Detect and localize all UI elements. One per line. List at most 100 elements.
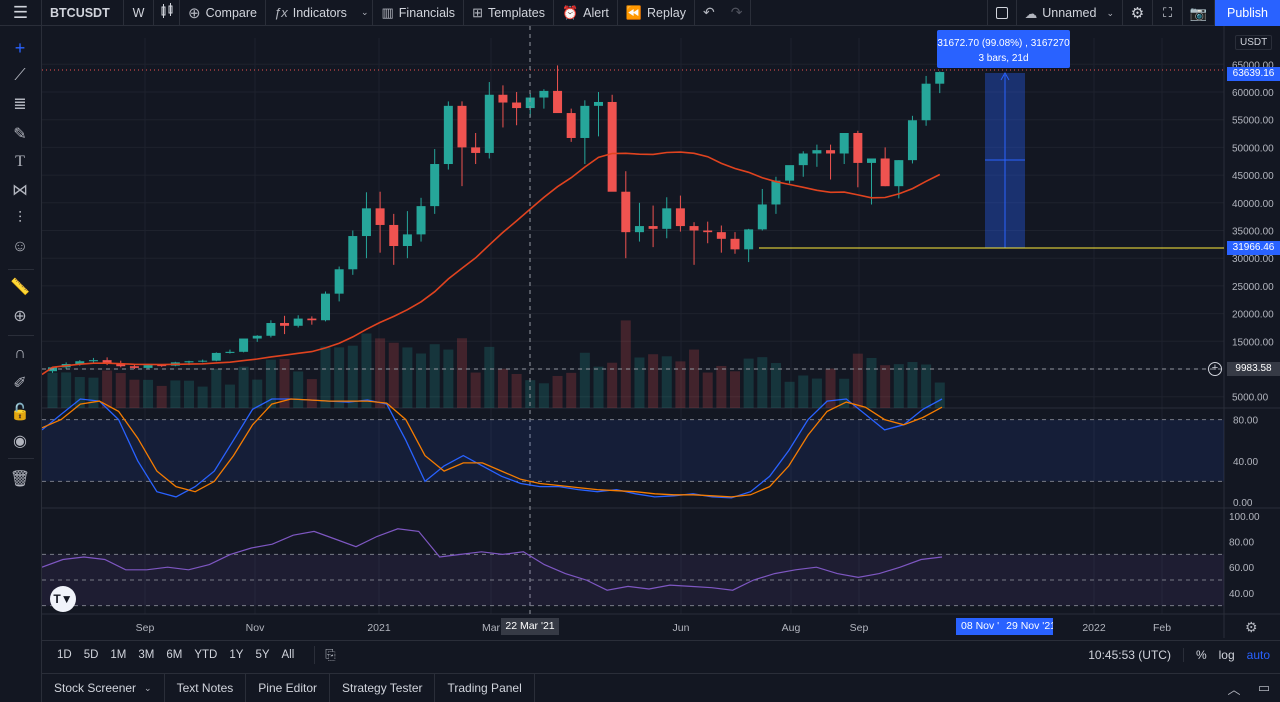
templates-button[interactable]: ⊞ Templates [464, 0, 554, 26]
emoji-icon[interactable]: ☺ [9, 236, 31, 258]
timeframe-button[interactable]: 1D [51, 649, 78, 661]
volume-bar [552, 375, 563, 408]
volume-bar [293, 371, 304, 408]
timeframe-button[interactable]: 3M [132, 649, 160, 661]
pattern-icon[interactable]: ⋈ [9, 179, 31, 201]
tab-label: Text Notes [176, 681, 234, 695]
interval-button[interactable]: W [124, 0, 154, 26]
zoom-in-icon[interactable]: ⊕ [9, 305, 31, 327]
candle-body [471, 147, 481, 153]
axis-settings-gear-icon[interactable]: ⚙ [1245, 619, 1258, 636]
eye-icon[interactable]: ◉ [9, 430, 31, 452]
currency-label[interactable]: USDT [1235, 35, 1273, 50]
candle-body [443, 105, 453, 165]
last-price-text: 63639.16 [1232, 68, 1275, 79]
camera-icon: 📷 [1189, 4, 1208, 21]
chart-area[interactable]: 65000.00 60000.00 55000.00 50000.00 45000.00… [41, 26, 1280, 638]
menu-button[interactable]: ☰ [0, 0, 42, 26]
rsi-tick-label: 60.00 [1229, 563, 1254, 574]
replay-label: Replay [647, 5, 686, 20]
auto-scale-toggle[interactable]: auto [1241, 648, 1280, 662]
text-icon[interactable]: T [9, 151, 31, 173]
publish-label: Publish [1227, 6, 1268, 20]
candle-body [594, 101, 603, 106]
tab-strategy-tester[interactable]: Strategy Tester [330, 673, 436, 702]
compare-button[interactable]: ⊕ Compare [180, 0, 266, 26]
volume-bar [675, 361, 686, 408]
chevron-down-icon[interactable]: ⌄ [144, 683, 152, 694]
plus-circle-icon: ⊕ [188, 4, 201, 22]
chevron-down-icon[interactable]: ⌄ [361, 7, 369, 18]
candle-body [798, 153, 808, 166]
crosshair-icon[interactable]: + [9, 37, 31, 59]
brush-icon[interactable]: ✎ [9, 123, 31, 145]
tab-pine-editor[interactable]: Pine Editor [246, 673, 330, 702]
redo-icon: ↷ [730, 4, 743, 20]
volume-bar [921, 364, 932, 408]
lock-icon[interactable]: 🔓 [9, 401, 31, 423]
tab-stock-screener[interactable]: Stock Screener ⌄ [42, 673, 165, 702]
undo-button[interactable]: ↶ [695, 0, 723, 26]
tab-trading-panel[interactable]: Trading Panel [435, 673, 535, 702]
add-alert-plus-icon[interactable]: + [1208, 362, 1222, 376]
price-tick-label: 35000.00 [1232, 227, 1274, 238]
lock-drawing-icon[interactable]: ✐ [9, 372, 31, 394]
timeframe-button[interactable]: 1Y [223, 649, 249, 661]
timeframe-button[interactable]: All [276, 649, 301, 661]
volume-bar [457, 338, 467, 408]
select-layout-button[interactable] [986, 0, 1017, 26]
tab-text-notes[interactable]: Text Notes [165, 673, 247, 702]
cloud-icon: ☁ [1024, 6, 1038, 21]
volume-bar [211, 368, 222, 408]
alert-button[interactable]: ⏰ Alert [554, 0, 618, 26]
redo-button[interactable]: ↷ [723, 0, 752, 26]
volume-bar [238, 366, 249, 408]
volume-bar [416, 353, 427, 408]
chart-canvas[interactable]: 65000.0060000.0055000.0050000.0045000.00… [41, 26, 1280, 638]
ruler-icon[interactable]: 📏 [9, 276, 31, 298]
snapshot-button[interactable]: 📷 [1183, 0, 1215, 26]
timeframe-button[interactable]: 1M [104, 649, 132, 661]
collapse-panel-button[interactable]: ︿ [1220, 679, 1248, 698]
price-tick-label: 25000.00 [1232, 282, 1274, 293]
prediction-icon[interactable]: ⫶ [9, 208, 31, 230]
percent-scale-toggle[interactable]: % [1184, 648, 1213, 662]
date-range-button[interactable]: ⎘ [314, 645, 336, 664]
replay-button[interactable]: ⏪ Replay [618, 0, 695, 26]
timeframe-button[interactable]: 6M [160, 649, 188, 661]
log-scale-toggle[interactable]: log [1213, 648, 1241, 662]
timeframe-button[interactable]: YTD [188, 649, 223, 661]
financials-button[interactable]: ▥ Financials [373, 0, 465, 26]
publish-button[interactable]: Publish [1215, 0, 1280, 26]
chart-type-button[interactable] [154, 0, 180, 26]
candle-body [634, 226, 644, 233]
divider [8, 269, 34, 270]
fullscreen-button[interactable]: ⛶ [1153, 0, 1183, 26]
volume-bar [361, 333, 372, 408]
price-tick-label: 20000.00 [1232, 310, 1274, 321]
indicators-button[interactable]: ƒx Indicators ⌄ [266, 0, 374, 26]
clock-display[interactable]: 10:45:53 (UTC) [1088, 647, 1184, 662]
trash-icon[interactable]: 🗑 [9, 468, 31, 490]
range-end-text: 29 Nov '21 [1006, 620, 1053, 632]
candle-body [280, 323, 290, 326]
magnet-icon[interactable]: ∩ [9, 343, 31, 365]
symbol-search-button[interactable]: BTCUSDT [42, 0, 124, 26]
maximize-panel-button[interactable]: ▭ [1248, 680, 1280, 696]
candle-body [716, 232, 726, 239]
stoch-tick-label: 80.00 [1233, 416, 1258, 427]
timeframe-bar: 1D 5D 1M 3M 6M YTD 1Y 5Y All ⎘ 10:45:53 (UTC) % … [42, 640, 1280, 668]
trend-line-icon[interactable]: ⟋ [9, 65, 31, 87]
fib-retracement-icon[interactable]: ≣ [9, 93, 31, 115]
layout-name-button[interactable]: ☁ Unnamed ⌄ [1017, 0, 1123, 26]
timeframe-button[interactable]: 5D [78, 649, 105, 661]
timeframe-button[interactable]: 5Y [249, 649, 275, 661]
volume-bar [730, 371, 740, 408]
measure-tooltip-line1: 31672.70 (99.08%) , 3167270 [937, 38, 1070, 49]
price-tick-label: 30000.00 [1232, 254, 1274, 265]
tradingview-logo[interactable]: T▼ [50, 586, 76, 612]
rsi-tick-label: 100.00 [1229, 512, 1260, 523]
settings-button[interactable]: ⚙ [1123, 0, 1153, 26]
volume-bar [115, 373, 126, 408]
candle-body [266, 323, 276, 336]
